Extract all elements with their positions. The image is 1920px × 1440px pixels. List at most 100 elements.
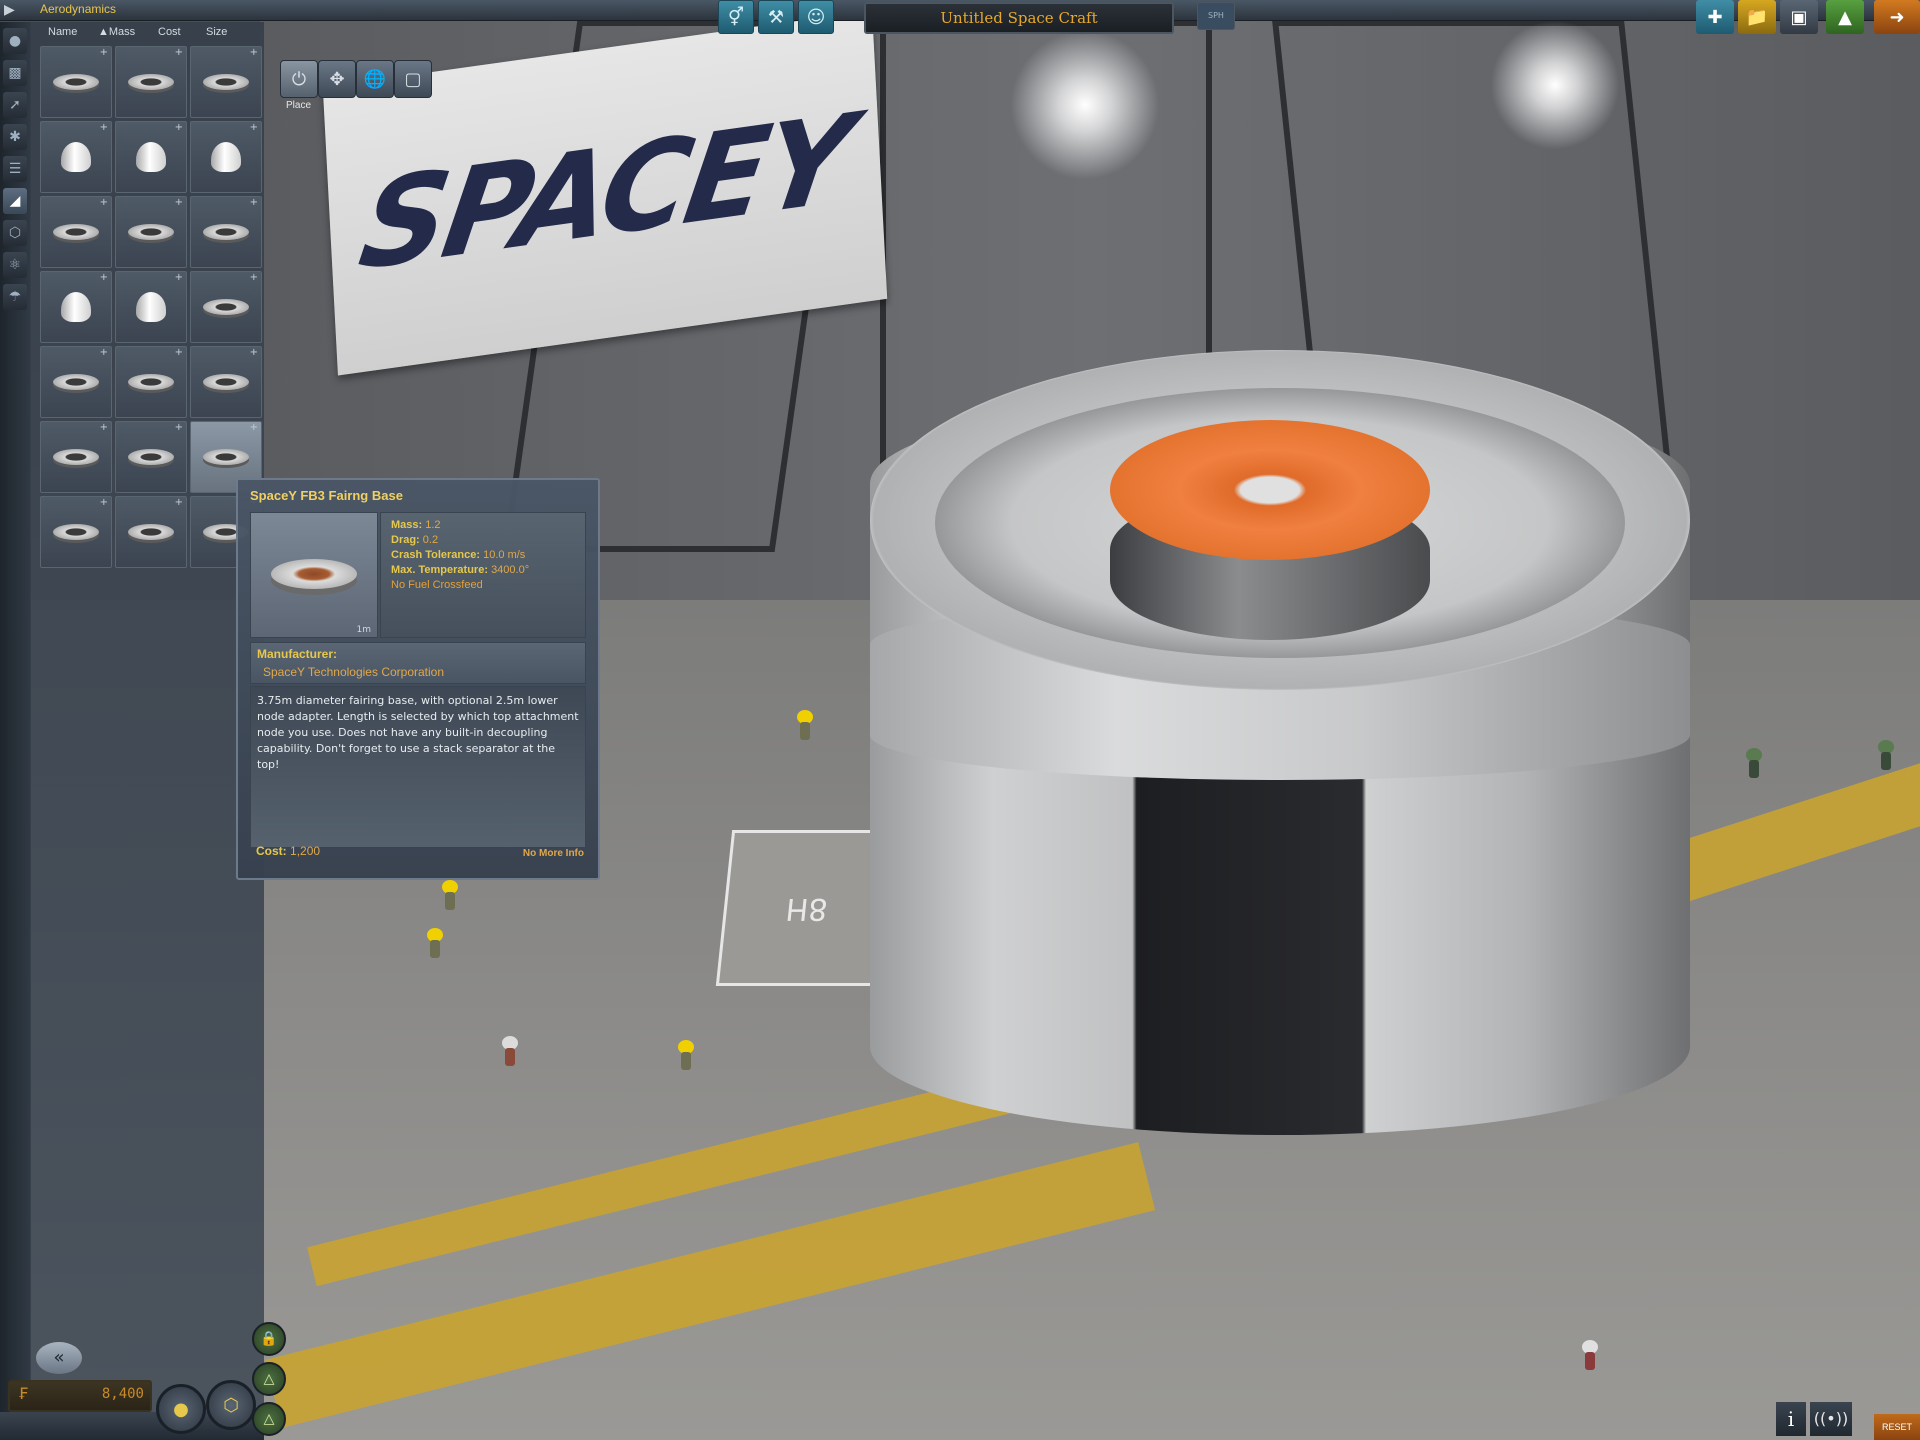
part-cell[interactable]: + <box>115 496 187 568</box>
part-cell[interactable]: + <box>115 196 187 268</box>
add-variant-icon[interactable]: + <box>100 497 108 508</box>
science-category-button[interactable]: ⚛ <box>3 252 27 278</box>
sort-mass-button[interactable]: ▲ Mass <box>98 26 135 38</box>
ceiling-light <box>1010 30 1160 180</box>
part-cell[interactable]: + <box>115 121 187 193</box>
part-cell[interactable]: + <box>190 271 262 343</box>
sort-cost-button[interactable]: Cost <box>158 26 181 38</box>
collapse-panel-button[interactable]: « <box>36 1342 82 1374</box>
place-tool-button[interactable]: ⏻ <box>280 60 318 98</box>
add-variant-icon[interactable]: + <box>175 347 183 358</box>
sort-name-button[interactable]: Name <box>48 26 77 38</box>
utility-category-button[interactable]: ⬡ <box>3 220 27 246</box>
engine-category-button[interactable]: ➚ <box>3 92 27 118</box>
add-variant-icon[interactable]: + <box>250 422 258 433</box>
play-arrow-icon[interactable]: ▶ <box>4 1 22 19</box>
part-cell[interactable]: + <box>40 196 112 268</box>
offset-tool-button[interactable]: ✥ <box>318 60 356 98</box>
add-variant-icon[interactable]: + <box>100 47 108 58</box>
nosecone-part-icon <box>61 292 91 322</box>
engineer-button[interactable]: ⬡ <box>206 1380 256 1430</box>
part-cell[interactable]: + <box>115 346 187 418</box>
add-variant-icon[interactable]: + <box>250 347 258 358</box>
add-variant-icon[interactable]: + <box>250 122 258 133</box>
part-cell[interactable]: + <box>40 421 112 493</box>
funds-value: 8,400 <box>101 1386 144 1402</box>
sort-size-button[interactable]: Size <box>206 26 227 38</box>
add-variant-icon[interactable]: + <box>100 272 108 283</box>
fuel-category-button[interactable]: ▩ <box>3 60 27 86</box>
add-variant-icon[interactable]: + <box>250 272 258 283</box>
category-title: Aerodynamics <box>40 2 117 16</box>
add-variant-icon[interactable]: + <box>175 122 183 133</box>
part-cell[interactable]: + <box>40 46 112 118</box>
part-cell[interactable]: + <box>115 46 187 118</box>
staging-button[interactable]: ● <box>156 1384 206 1434</box>
nosecone-part-icon <box>61 142 91 172</box>
symmetry-icon: △ <box>263 1411 275 1427</box>
facility-toggle[interactable]: SPH <box>1197 2 1235 30</box>
part-cell[interactable]: + <box>190 121 262 193</box>
stat-drag: Drag: 0.2 <box>391 534 439 546</box>
stat-crossfeed: No Fuel Crossfeed <box>391 579 483 591</box>
pods-category-button[interactable]: ● <box>3 28 27 54</box>
add-variant-icon[interactable]: + <box>175 47 183 58</box>
symmetry-lock-button[interactable]: 🔒 <box>252 1322 286 1356</box>
fuel-icon: ▩ <box>8 65 22 81</box>
fairing-ring-part-icon <box>203 74 249 90</box>
tools-button[interactable]: ⚒ <box>758 0 794 34</box>
reset-button[interactable]: RESET <box>1874 1414 1920 1440</box>
fairing-ring-part-icon <box>128 524 174 540</box>
add-variant-icon[interactable]: + <box>100 122 108 133</box>
add-variant-icon[interactable]: + <box>100 197 108 208</box>
rotate-tool-button[interactable]: 🌐 <box>356 60 394 98</box>
part-cell[interactable]: + <box>40 271 112 343</box>
add-variant-icon[interactable]: + <box>250 47 258 58</box>
lock-icon: 🔒 <box>260 1331 278 1347</box>
add-variant-icon[interactable]: + <box>175 422 183 433</box>
save-icon: ▣ <box>1790 6 1808 28</box>
launch-button[interactable]: ▲ <box>1826 0 1864 34</box>
aero-category-button[interactable]: ◢ <box>3 188 27 214</box>
structural-category-button[interactable]: ☰ <box>3 156 27 182</box>
comm-signal-button[interactable]: ((•)) <box>1810 1402 1852 1436</box>
fairing-ring-part-icon <box>53 74 99 90</box>
kerbal-button[interactable]: ☺ <box>798 0 834 34</box>
part-cell[interactable]: + <box>40 496 112 568</box>
angle-snap-button[interactable]: △ <box>252 1362 286 1396</box>
load-button[interactable]: 📁 <box>1738 0 1776 34</box>
part-cell[interactable]: + <box>190 46 262 118</box>
part-cell[interactable]: + <box>115 421 187 493</box>
symmetry-mode-button[interactable]: △ <box>252 1402 286 1436</box>
save-button[interactable]: ▣ <box>1780 0 1818 34</box>
kerbal-figure <box>500 1036 520 1068</box>
add-variant-icon[interactable]: + <box>175 197 183 208</box>
add-variant-icon[interactable]: + <box>175 272 183 283</box>
part-cell[interactable]: + <box>40 121 112 193</box>
part-cell[interactable]: + <box>115 271 187 343</box>
parachute-category-button[interactable]: ☂ <box>3 284 27 310</box>
fairing-ring-part-icon <box>203 224 249 240</box>
part-cell[interactable]: + <box>40 346 112 418</box>
add-variant-icon[interactable]: + <box>250 197 258 208</box>
add-variant-icon[interactable]: + <box>100 347 108 358</box>
part-cell[interactable]: + <box>190 196 262 268</box>
nosecone-part-icon <box>136 142 166 172</box>
info-button[interactable]: i <box>1776 1402 1806 1436</box>
fairing-base-part[interactable] <box>1110 420 1430 650</box>
fairing-ring-part-icon <box>203 374 249 390</box>
part-description: 3.75m diameter fairing base, with option… <box>250 686 586 848</box>
add-variant-icon[interactable]: + <box>100 422 108 433</box>
funds-icon: ₣ <box>18 1384 29 1403</box>
control-category-button[interactable]: ✱ <box>3 124 27 150</box>
root-tool-button[interactable]: ▢ <box>394 60 432 98</box>
exit-button[interactable]: ➜ <box>1874 0 1920 34</box>
double-chevron-left-icon: « <box>53 1347 65 1368</box>
crew-button[interactable]: ⚥ <box>718 0 754 34</box>
craft-name-field[interactable]: Untitled Space Craft <box>864 2 1174 34</box>
fairing-base-top <box>1110 420 1430 560</box>
add-variant-icon[interactable]: + <box>175 497 183 508</box>
more-info-link[interactable]: No More Info <box>523 848 584 859</box>
part-cell[interactable]: + <box>190 346 262 418</box>
new-craft-button[interactable]: ✚ <box>1696 0 1734 34</box>
